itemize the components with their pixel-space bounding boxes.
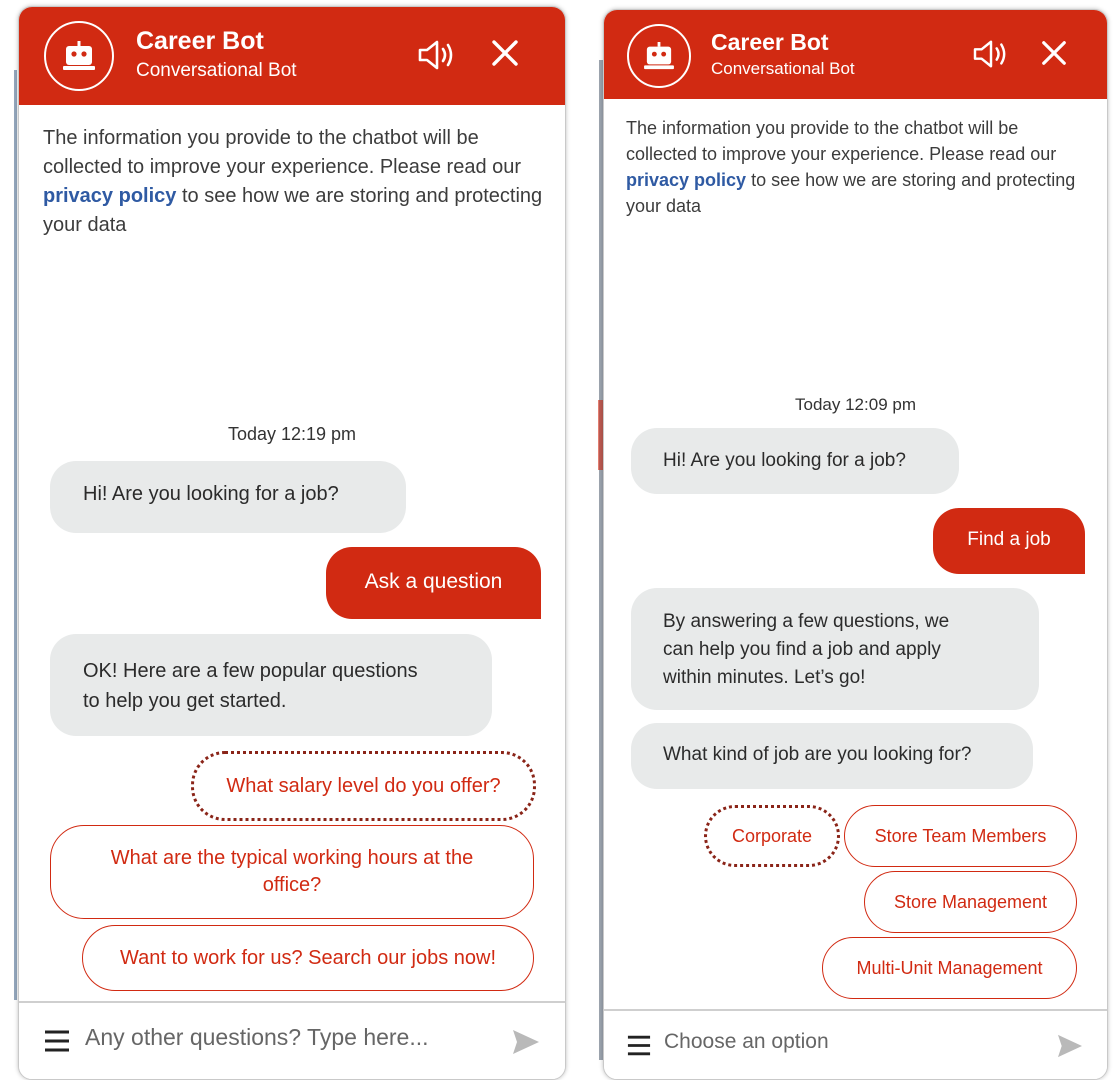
chat-footer [604,1009,1107,1079]
bot-message-line: within minutes. Let’s go! [663,666,866,688]
bot-message-line: to help you get started. [83,690,287,713]
bot-message-line: OK! Here are a few popular questions [83,660,418,682]
bot-subtitle: Conversational Bot [136,60,297,81]
quick-reply-label: What salary level do you offer? [226,774,501,797]
privacy-policy-link[interactable]: privacy policy [43,185,176,207]
quick-reply-corporate[interactable]: Corporate [704,805,840,867]
chat-timestamp: Today 12:09 pm [795,395,916,414]
chat-window-left: Career Bot Conversational Bot The inform… [18,6,566,1080]
chat-header: Career Bot Conversational Bot [604,10,1107,99]
quick-reply-label: Store Team Members [874,825,1047,846]
bot-title: Career Bot [136,27,264,55]
speaker-icon[interactable] [417,38,457,77]
disclaimer-text: The information you provide to the chatb… [626,118,1057,165]
quick-reply-label: Want to work for us? Search our jobs now… [119,946,497,969]
bot-message-text: Hi! Are you looking for a job? [83,483,339,505]
chat-input[interactable] [83,1023,467,1052]
close-icon[interactable] [490,38,520,73]
chat-window-right: Career Bot Conversational Bot The inform… [603,9,1108,1080]
user-message: Ask a question [326,547,541,619]
privacy-disclaimer: The information you provide to the chatb… [626,115,1088,219]
chat-timestamp: Today 12:19 pm [227,424,357,444]
disclaimer-text: The information you provide to the chatb… [43,127,522,178]
bot-message-line: can help you find a job and apply [663,638,941,660]
bot-message-text: What kind of job are you looking for? [663,744,972,765]
privacy-policy-link[interactable]: privacy policy [626,170,746,190]
bot-subtitle: Conversational Bot [711,59,855,78]
quick-reply-multi-unit-management[interactable]: Multi-Unit Management [822,937,1077,999]
bot-message: By answering a few questions, we can hel… [631,588,1039,710]
robot-icon [44,21,114,91]
privacy-disclaimer: The information you provide to the chatb… [43,124,543,240]
user-message-text: Find a job [967,529,1051,550]
robot-icon [627,24,691,88]
bot-message: Hi! Are you looking for a job? [631,428,959,494]
quick-reply-search-jobs[interactable]: Want to work for us? Search our jobs now… [82,925,534,991]
user-message-text: Ask a question [364,570,503,593]
quick-reply-store-team-members[interactable]: Store Team Members [844,805,1077,867]
chat-input[interactable] [662,1029,1026,1055]
bot-message-line: By answering a few questions, we [663,611,950,632]
send-icon[interactable] [512,1029,540,1060]
send-icon[interactable] [1057,1034,1083,1063]
bot-title: Career Bot [711,29,829,55]
close-icon[interactable] [1040,39,1068,72]
quick-reply-label: Multi-Unit Management [856,957,1043,978]
menu-icon[interactable] [627,1035,651,1061]
quick-reply-label: Corporate [731,825,813,846]
quick-reply-working-hours[interactable]: What are the typical working hours at th… [50,825,534,919]
quick-reply-label: office? [262,874,322,896]
quick-reply-label: What are the typical working hours at th… [110,846,474,869]
background-edge-left [14,70,17,1000]
bot-message: OK! Here are a few popular questions to … [50,634,492,736]
quick-reply-salary[interactable]: What salary level do you offer? [191,751,536,821]
bot-message: Hi! Are you looking for a job? [50,461,406,533]
menu-icon[interactable] [44,1030,70,1057]
speaker-icon[interactable] [972,38,1010,75]
chat-header: Career Bot Conversational Bot [19,7,565,105]
bot-message: What kind of job are you looking for? [631,723,1033,789]
chat-footer [19,1001,565,1079]
quick-reply-label: Store Management [893,891,1048,912]
user-message: Find a job [933,508,1085,574]
quick-reply-store-management[interactable]: Store Management [864,871,1077,933]
bot-message-text: Hi! Are you looking for a job? [663,450,906,471]
